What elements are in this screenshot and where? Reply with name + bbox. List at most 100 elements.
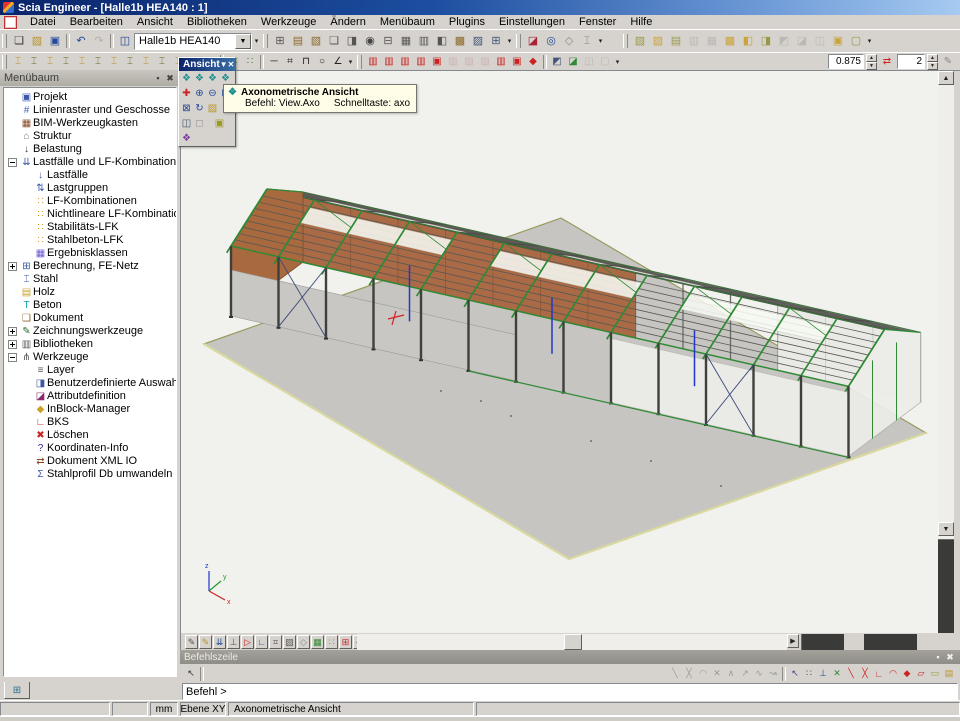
tree-item-benutzerdefinierte-auswahl[interactable]: ◨Benutzerdefinierte Auswahl — [6, 377, 176, 390]
cursor-mode-icon[interactable]: ↖ — [184, 666, 198, 681]
model-3d-hall[interactable]: zxy — [181, 71, 938, 633]
chevron-down-icon[interactable]: ▼ — [220, 59, 228, 71]
picture-gallery-icon[interactable]: ▧ — [307, 32, 325, 50]
clipboard-icon[interactable]: ◨ — [343, 32, 361, 50]
toolbar-dropdown-icon[interactable]: ▾ — [346, 54, 355, 70]
draw-line-icon[interactable]: ╲ — [668, 666, 682, 681]
tree-item-bibliotheken[interactable]: ▥Bibliotheken — [6, 338, 176, 351]
member-info-icon[interactable]: ⌶ — [578, 32, 596, 50]
circle-tool-icon[interactable]: ○ — [314, 54, 330, 70]
layout-manager-icon[interactable]: ⊟ — [379, 32, 397, 50]
cross-section-8-icon[interactable]: ⌶ — [122, 54, 138, 70]
line-tool-icon[interactable]: ─ — [266, 54, 282, 70]
draw-vector-icon[interactable]: ↗ — [738, 666, 752, 681]
draw-polyline-icon[interactable]: ╳ — [682, 666, 696, 681]
filter-slabs-icon[interactable]: ◨ — [757, 32, 775, 50]
dimension-tool-icon[interactable]: ⌗ — [282, 54, 298, 70]
count-spin-value[interactable]: 2 — [897, 54, 925, 69]
filter-all-icon[interactable]: ▢ — [847, 32, 865, 50]
steel-check-5-icon[interactable]: ▣ — [429, 54, 445, 70]
hscroll-dark-block-2[interactable] — [864, 634, 917, 650]
steel-check-2-icon[interactable]: ▥ — [381, 54, 397, 70]
pan-view-icon[interactable]: ▨ — [206, 102, 219, 115]
viewport-hscrollbar[interactable] — [357, 634, 787, 650]
save-file-icon[interactable]: ▣ — [46, 32, 64, 50]
bracket-tool-icon[interactable]: ⊓ — [298, 54, 314, 70]
measure-icon[interactable]: ▭ — [928, 666, 942, 681]
open-file-icon[interactable]: ▨ — [28, 32, 46, 50]
tree-item-struktur[interactable]: ⌂Struktur — [6, 130, 176, 143]
show-supports-icon[interactable]: ⊥ — [227, 635, 240, 649]
view-front-icon[interactable]: ❖ — [193, 72, 206, 85]
coordinate-axes-icon[interactable]: ⊥ — [816, 666, 830, 681]
show-grid-icon[interactable]: ∷ — [325, 635, 338, 649]
calculator-icon[interactable]: ⊞ — [487, 32, 505, 50]
toolbar-dropdown-icon[interactable]: ▾ — [613, 54, 622, 70]
document-system-icon[interactable] — [4, 16, 17, 29]
toolbar-dropdown-icon[interactable]: ▾ — [865, 33, 874, 49]
tree-item-lastfaelle[interactable]: ↓Lastfälle — [6, 169, 176, 182]
tree-item-stabilitaets-lfk[interactable]: ∷Stabilitäts-LFK — [6, 221, 176, 234]
gallery-icon[interactable]: ▩ — [451, 32, 469, 50]
tree-item-dokument-xml-io[interactable]: ⇄Dokument XML IO — [6, 455, 176, 468]
viewport-3d[interactable]: zxy ▲ ▼ ✎✎⇊⊥▷∟⌗▧◇▦∷⊞◀ ▶ — [180, 70, 960, 650]
grid-snap-icon[interactable]: ∷ — [802, 666, 816, 681]
tree-item-linienraster-und-geschosse[interactable]: #Linienraster und Geschosse — [6, 104, 176, 117]
view-side-icon[interactable]: ❖ — [206, 72, 219, 85]
toolbar-dropdown-icon[interactable]: ▾ — [505, 33, 514, 49]
tree-item-attributdefinition[interactable]: ◪Attributdefinition — [6, 390, 176, 403]
pin-icon[interactable]: ▪ — [152, 72, 164, 84]
viewport-vscrollbar[interactable]: ▲ ▼ — [938, 71, 954, 633]
menu-werkzeuge[interactable]: Werkzeuge — [254, 15, 323, 29]
draw-spline-icon[interactable]: ↝ — [766, 666, 780, 681]
tree-item-holz[interactable]: ▤Holz — [6, 286, 176, 299]
scale-spinner[interactable]: ▲▼ — [866, 54, 877, 69]
spin-down-icon[interactable]: ▼ — [866, 62, 877, 70]
snap-tangent-icon[interactable]: ◠ — [886, 666, 900, 681]
show-loads-icon[interactable]: ⇊ — [213, 635, 226, 649]
steel-check-6-icon[interactable]: ▥ — [445, 54, 461, 70]
tree-item-loeschen[interactable]: ✖Löschen — [6, 429, 176, 442]
snap-intersection-icon[interactable]: ✕ — [830, 666, 844, 681]
wireframe-pen-icon[interactable]: ✎ — [185, 635, 198, 649]
new-file-icon[interactable]: ❏ — [10, 32, 28, 50]
view-parameters-icon[interactable]: ❖ — [180, 132, 193, 145]
table-input-icon[interactable]: ▤ — [942, 666, 956, 681]
tree-item-stahl[interactable]: ⌶Stahl — [6, 273, 176, 286]
wheel-icon[interactable]: ◉ — [361, 32, 379, 50]
cross-section-7-icon[interactable]: ⌶ — [106, 54, 122, 70]
save-view-icon[interactable]: ◩ — [549, 54, 565, 70]
menu-ndern[interactable]: Ändern — [323, 15, 372, 29]
count-spinner[interactable]: ▲▼ — [927, 54, 938, 69]
ansicht-titlebar[interactable]: Ansicht ▼ ✕ — [179, 58, 235, 71]
ucs-axes-icon[interactable]: ✚ — [180, 87, 193, 100]
filter-model-icon[interactable]: ◫ — [811, 32, 829, 50]
menu-men-baum[interactable]: Menübaum — [373, 15, 442, 29]
snap-orthogonal-icon[interactable]: ∟ — [872, 666, 886, 681]
print-icon[interactable]: ▥ — [415, 32, 433, 50]
undo-icon[interactable]: ↶ — [72, 32, 90, 50]
menu-einstellungen[interactable]: Einstellungen — [492, 15, 572, 29]
window-view-icon[interactable]: ◫ — [180, 117, 193, 130]
close-icon[interactable]: ✖ — [944, 651, 956, 663]
close-icon[interactable]: ✕ — [228, 59, 235, 71]
steel-check-1-icon[interactable]: ▥ — [365, 54, 381, 70]
draw-arc-icon[interactable]: ◠ — [696, 666, 710, 681]
paste-icon[interactable]: ◪ — [524, 32, 542, 50]
project-combo[interactable]: Halle1b HEA140▼ — [134, 33, 252, 50]
steel-check-10-icon[interactable]: ▣ — [509, 54, 525, 70]
show-surfaces-icon[interactable]: ▧ — [283, 635, 296, 649]
zoom-out-icon[interactable]: ⊖ — [206, 87, 219, 100]
filter-axes-icon[interactable]: ▩ — [721, 32, 739, 50]
locked-2-icon[interactable]: ▢ — [597, 54, 613, 70]
cross-section-4-icon[interactable]: ⌶ — [58, 54, 74, 70]
hscroll-dark-block-1[interactable] — [801, 634, 844, 650]
tree-item-bks[interactable]: ∟BKS — [6, 416, 176, 429]
snap-endpoint-icon[interactable]: ╲ — [844, 666, 858, 681]
export-image-icon[interactable]: ▨ — [469, 32, 487, 50]
filter-members-icon[interactable]: ▧ — [631, 32, 649, 50]
scale-spin-value[interactable]: 0.875 — [828, 54, 864, 69]
link-icon[interactable]: ◇ — [560, 32, 578, 50]
spin-up-icon[interactable]: ▲ — [866, 54, 877, 62]
menu-datei[interactable]: Datei — [23, 15, 63, 29]
